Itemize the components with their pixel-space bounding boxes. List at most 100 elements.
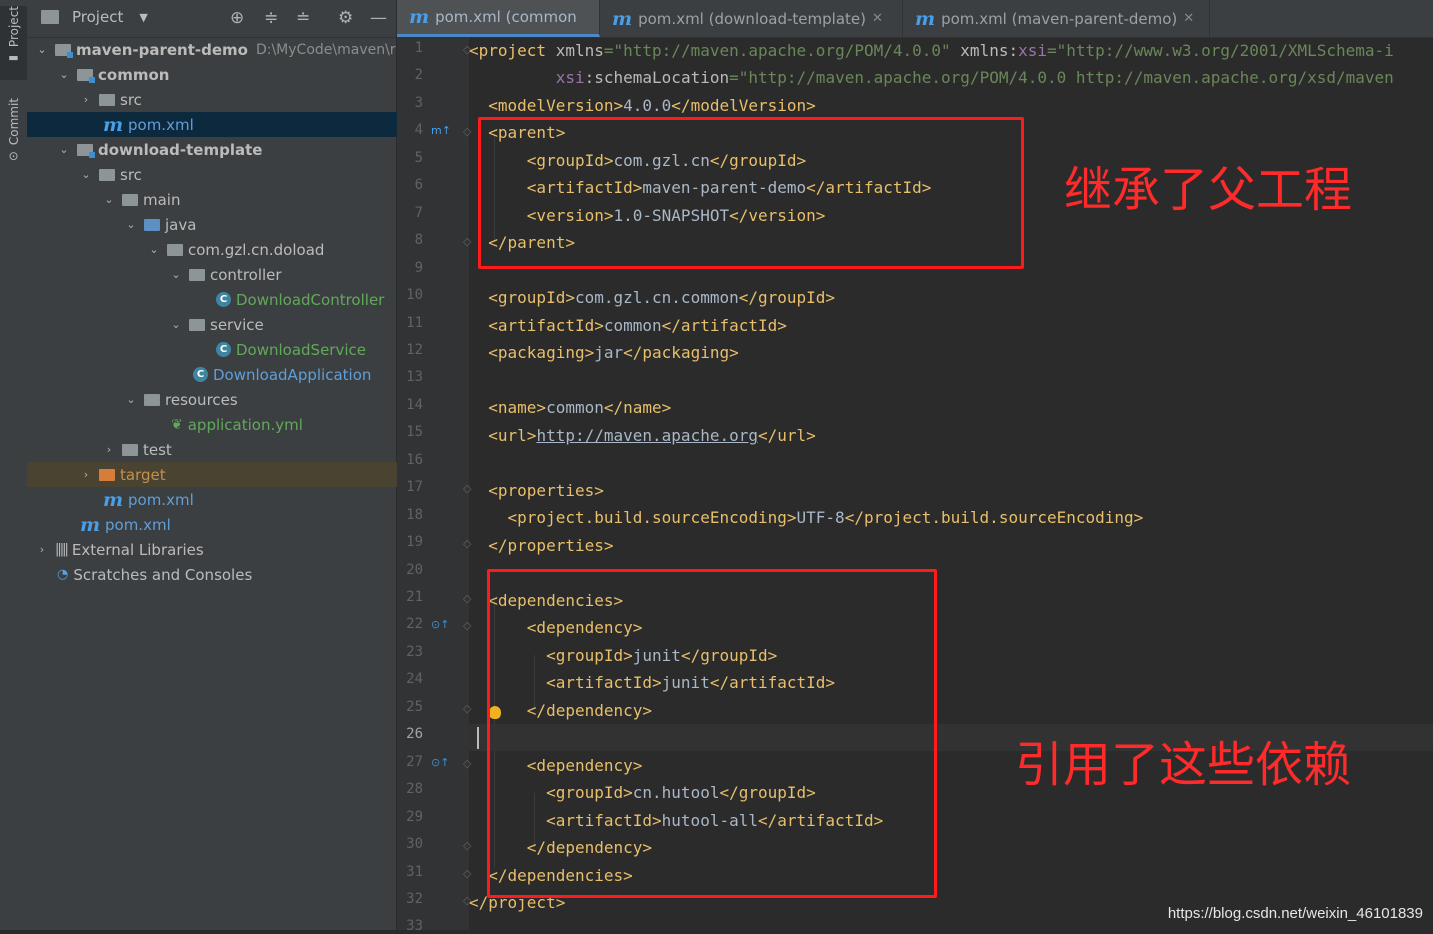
tab-pom-common[interactable]: m pom.xml (common [397, 0, 600, 37]
expand-all-icon[interactable]: ≑ [264, 8, 278, 28]
commit-tool-tab[interactable]: Commit ⊙ [0, 98, 27, 174]
source-folder-icon [144, 218, 160, 231]
line-number: 23 [406, 643, 423, 660]
line-number: 8 [414, 232, 423, 249]
project-panel-header: Project ▼ ⊕ ≑ ≐ ⚙ — [27, 0, 396, 38]
line-number: 3 [414, 94, 423, 111]
code-line: <artifactId>common</artifactId> [488, 316, 787, 335]
project-tool-tab[interactable]: Project ▬ [0, 6, 27, 80]
close-icon[interactable]: ✕ [1183, 11, 1194, 26]
annotation-deps-note: 引用了这些依赖 [1015, 737, 1352, 793]
maven-icon: m [409, 6, 430, 28]
project-icon [41, 10, 59, 24]
project-panel: Project ▼ ⊕ ≑ ≐ ⚙ — ⌄ maven-parent-demo … [27, 0, 472, 930]
url-link[interactable]: http://maven.apache.org [536, 426, 758, 445]
chevron-down-icon[interactable]: ⌄ [169, 268, 183, 281]
tree-item-maven-parent-demo[interactable]: ⌄ maven-parent-demo D:\MyCode\maven\r [27, 37, 404, 62]
code-line: <groupId>com.gzl.cn.common</groupId> [488, 288, 836, 307]
folder-icon [122, 443, 138, 456]
annotation-box-parent [478, 117, 1024, 269]
module-folder-icon [77, 68, 95, 83]
tree-item-src[interactable]: › src [27, 87, 448, 112]
chevron-right-icon[interactable]: › [35, 543, 49, 556]
line-number: 32 [406, 890, 423, 907]
line-number: 11 [406, 314, 423, 331]
code-line: <modelVersion>4.0.0</modelVersion> [488, 96, 816, 115]
line-number: 7 [414, 204, 423, 221]
override-icon[interactable]: ⊙↑ [431, 756, 449, 769]
tree-item-label: target [120, 465, 166, 484]
tree-item-label: pom.xml [128, 490, 194, 509]
chevron-down-icon[interactable]: ⌄ [169, 318, 183, 331]
chevron-down-icon[interactable]: ⌄ [79, 168, 93, 181]
tab-pom-download-template[interactable]: m pom.xml (download-template) ✕ [600, 0, 903, 37]
tree-item-scratches[interactable]: ◔ Scratches and Consoles [27, 562, 426, 587]
chevron-down-icon[interactable]: ⌄ [35, 43, 49, 56]
class-icon: C [216, 342, 231, 357]
chevron-right-icon[interactable]: › [79, 93, 93, 106]
tree-item-target[interactable]: › target [27, 462, 448, 487]
tree-item-external-libraries[interactable]: › ||||| External Libraries [27, 537, 404, 562]
tree-item-label: DownloadController [236, 290, 385, 309]
chevron-down-icon[interactable]: ⌄ [124, 218, 138, 231]
folder-icon [99, 93, 115, 106]
tree-item-label: main [143, 190, 181, 209]
line-number: 21 [406, 589, 423, 605]
tree-item-src[interactable]: ⌄ src [27, 162, 448, 187]
tree-item-download-template[interactable]: ⌄ download-template [27, 137, 426, 162]
chevron-down-icon[interactable]: ⌄ [124, 393, 138, 406]
collapse-all-icon[interactable]: ≐ [296, 8, 310, 28]
library-icon: ||||| [55, 542, 69, 557]
spring-boot-class-icon: C [193, 367, 208, 382]
project-panel-title: Project [72, 8, 124, 26]
folder-icon [122, 193, 138, 206]
tab-pom-maven-parent-demo[interactable]: m pom.xml (maven-parent-demo) ✕ [903, 0, 1210, 37]
line-number: 24 [406, 671, 423, 688]
tree-item-label: download-template [98, 140, 263, 159]
editor-tab-bar: m pom.xml (common m pom.xml (download-te… [397, 0, 1433, 38]
chevron-down-icon[interactable]: ⌄ [102, 193, 116, 206]
override-icon[interactable]: ⊙↑ [431, 618, 449, 631]
tab-label: pom.xml (maven-parent-demo) [941, 9, 1178, 28]
locate-icon[interactable]: ⊕ [230, 8, 244, 28]
tree-item-label: maven-parent-demo [76, 40, 248, 59]
line-number: 20 [406, 561, 423, 578]
line-number: 28 [406, 781, 423, 798]
minimize-icon[interactable]: — [370, 8, 387, 28]
line-number: 13 [406, 369, 423, 386]
maven-icon: m [80, 513, 101, 536]
maven-icon: m [612, 7, 633, 30]
code-line: <packaging>jar</packaging> [488, 343, 739, 362]
tree-item-pom-parent[interactable]: m pom.xml [27, 512, 449, 537]
line-number: 1 [414, 40, 423, 56]
line-number: 17 [406, 479, 423, 496]
chevron-down-icon[interactable]: ⌄ [147, 243, 161, 256]
line-number: 19 [406, 534, 423, 551]
maven-icon: m [103, 488, 124, 511]
code-line: <project xmlns="http://maven.apache.org/… [469, 41, 1394, 60]
chevron-right-icon[interactable]: › [102, 443, 116, 456]
tree-item-label: src [120, 90, 142, 109]
line-number: 16 [406, 451, 423, 468]
line-number: 5 [414, 149, 423, 166]
commit-icon: ⊙ [8, 149, 19, 164]
close-icon[interactable]: ✕ [872, 11, 883, 26]
line-number: 29 [406, 808, 423, 825]
chevron-down-icon[interactable]: ⌄ [57, 68, 71, 81]
chevron-right-icon[interactable]: › [79, 468, 93, 481]
tree-item-label: Scratches and Consoles [73, 565, 253, 584]
project-view-selector[interactable]: Project ▼ [41, 8, 148, 26]
module-folder-icon [55, 43, 73, 58]
tree-item-common[interactable]: ⌄ common [27, 62, 426, 87]
module-folder-icon [77, 143, 95, 158]
scratch-icon: ◔ [57, 567, 69, 582]
code-line: <project.build.sourceEncoding>UTF-8</pro… [507, 508, 1144, 527]
tree-item-label: com.gzl.cn.doload [188, 240, 325, 259]
tab-label: pom.xml (download-template) [638, 9, 866, 28]
maven-parent-icon[interactable]: m↑ [431, 124, 451, 137]
tree-item-path: D:\MyCode\maven\r [255, 41, 396, 58]
chevron-down-icon[interactable]: ⌄ [57, 143, 71, 156]
tree-item-label: controller [210, 265, 282, 284]
tree-item-label: application.yml [187, 415, 303, 434]
gear-icon[interactable]: ⚙ [338, 8, 353, 28]
